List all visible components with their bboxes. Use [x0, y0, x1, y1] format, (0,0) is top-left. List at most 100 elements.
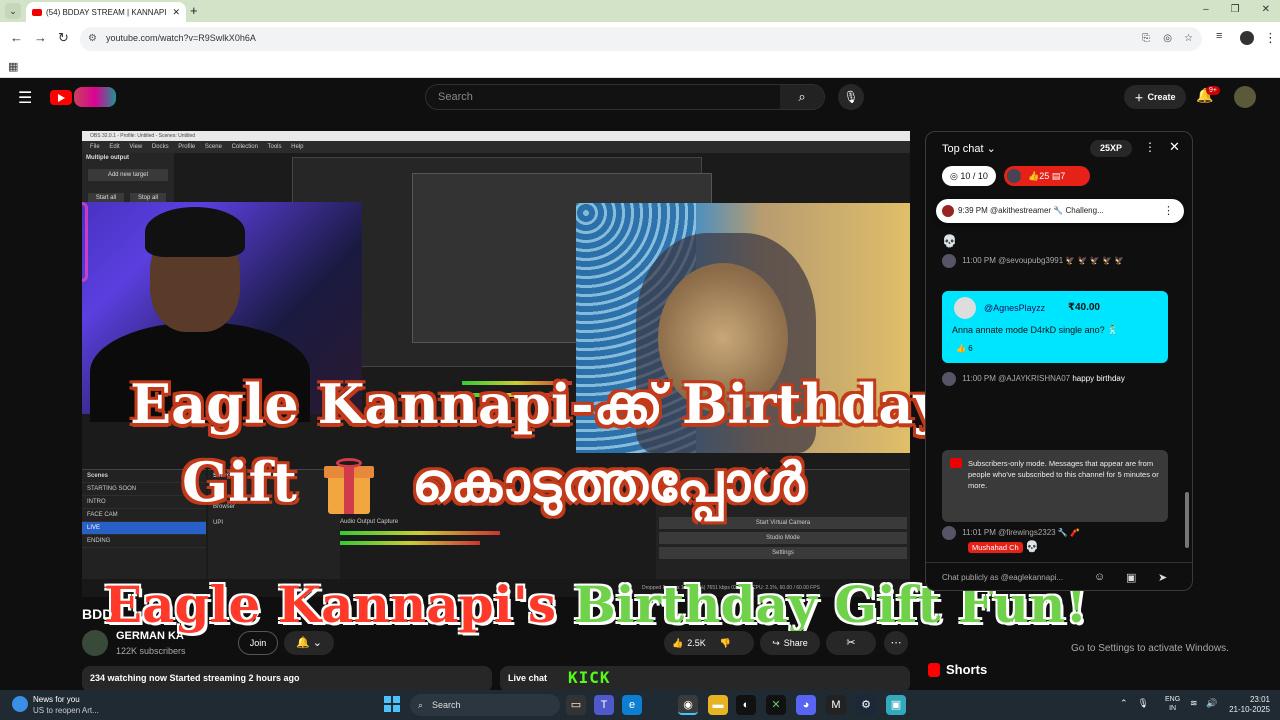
description-box[interactable]: 234 watching now Started streaming 2 hou…: [82, 666, 492, 692]
more-actions-icon[interactable]: ⋯: [884, 631, 908, 655]
language-indicator[interactable]: ENG IN: [1165, 695, 1180, 713]
apps-grid-icon[interactable]: ▦: [8, 60, 18, 73]
audio-meter: [340, 541, 480, 545]
obs-control-button: Start Virtual Camera: [659, 517, 907, 529]
file-explorer-icon[interactable]: ▬: [708, 695, 728, 715]
subscribed-bell-icon[interactable]: 🔔 ⌄: [284, 631, 334, 655]
clock-time: 23:01: [1249, 695, 1270, 704]
search-input[interactable]: Search: [438, 91, 473, 103]
teams-icon[interactable]: T: [594, 695, 614, 715]
wrench-icon: 🔧: [1053, 206, 1064, 215]
steam-icon[interactable]: ⚙: [856, 695, 876, 715]
windows-start-icon[interactable]: [384, 696, 400, 712]
site-info-icon[interactable]: ⚙: [88, 33, 97, 44]
chat-more-icon[interactable]: ⋮: [1144, 140, 1156, 154]
youtube-logo-icon[interactable]: [50, 90, 72, 105]
overlay-title-line1: Eagle Kannapi-ക്ക് Birthday: [130, 372, 945, 436]
new-tab-button[interactable]: +: [190, 3, 198, 18]
reload-icon[interactable]: ↻: [58, 30, 69, 46]
youtube-header: ☰ Search ⌕ 🎙 ＋ Create 🔔 9+: [0, 78, 1280, 118]
back-arrow-icon[interactable]: ←: [10, 30, 23, 45]
microphone-icon[interactable]: 🎙: [838, 84, 864, 110]
chrome-icon[interactable]: ◉: [678, 695, 698, 715]
user-avatar[interactable]: [942, 254, 956, 268]
browser-menu-icon[interactable]: ⋮: [1264, 30, 1277, 46]
mushahad-pill[interactable]: Mushahad Ch: [968, 542, 1023, 553]
wifi-icon[interactable]: ≋: [1190, 698, 1198, 709]
search-box[interactable]: Search ⌕: [425, 84, 825, 110]
close-window-button[interactable]: ✕: [1262, 4, 1270, 15]
send-icon[interactable]: ➤: [1158, 571, 1167, 584]
shorts-section-header[interactable]: Shorts: [928, 662, 987, 677]
url-input[interactable]: ⚙ youtube.com/watch?v=R9SwlkX0h6A ⎘ ◎ ☆: [80, 27, 1202, 51]
channel-avatar[interactable]: [82, 630, 108, 656]
message-author[interactable]: @firewings2323: [998, 528, 1055, 537]
url-text[interactable]: youtube.com/watch?v=R9SwlkX0h6A: [106, 33, 256, 43]
obs-icon[interactable]: ◐: [736, 695, 756, 715]
microphone-tray-icon[interactable]: 🎙: [1138, 698, 1149, 709]
youtube-doodle-logo[interactable]: [74, 87, 116, 107]
super-chat-likes[interactable]: 👍 6: [956, 344, 973, 353]
channel-name[interactable]: GERMAN KA: [116, 630, 184, 642]
message-author[interactable]: @AJAYKRISHNA07: [998, 374, 1070, 383]
like-count: 2.5K: [687, 638, 706, 648]
forward-arrow-icon[interactable]: →: [34, 30, 47, 45]
app-icon[interactable]: ▣: [886, 695, 906, 715]
super-chat-icon[interactable]: ▣: [1126, 571, 1136, 584]
task-view-icon[interactable]: ▭: [566, 695, 586, 715]
account-avatar[interactable]: [1234, 86, 1256, 108]
search-icon[interactable]: ⌕: [780, 85, 824, 109]
xp-badge[interactable]: 25XP: [1090, 140, 1132, 157]
minimize-button[interactable]: –: [1203, 4, 1209, 15]
live-chat-panel: Top chat ⌄ 25XP ⋮ ✕ ◎ 10 / 10 👍25 ▤7 💀 1…: [925, 131, 1193, 591]
obs-menu-bar: File Edit View Docks Profile Scene Colle…: [82, 141, 910, 153]
eye-off-icon[interactable]: ◎: [1163, 33, 1172, 44]
super-chat-card[interactable]: @AgnesPlayzz ₹40.00 Anna annate mode D4r…: [942, 291, 1168, 363]
clock[interactable]: 23:01 21-10-2025: [1228, 695, 1270, 715]
tab-close-icon[interactable]: ✕: [172, 7, 180, 18]
capcut-icon[interactable]: ✕: [766, 695, 786, 715]
user-avatar[interactable]: [942, 372, 956, 386]
thumbs-down-icon[interactable]: 👎: [720, 638, 731, 649]
edge-icon[interactable]: e: [622, 695, 642, 715]
install-app-icon[interactable]: ⎘: [1142, 33, 1150, 44]
user-avatar[interactable]: [942, 526, 956, 540]
goal-progress-pill[interactable]: ◎ 10 / 10: [942, 166, 996, 186]
likes-comments-pill[interactable]: 👍25 ▤7: [1004, 166, 1090, 186]
app-icon[interactable]: M: [826, 695, 846, 715]
message-author[interactable]: @sevoupubg3991: [998, 256, 1063, 265]
super-chat-avatar: [954, 297, 976, 319]
menu-hamburger-icon[interactable]: ☰: [18, 88, 32, 108]
overlay-title-line3-red: Eagle Kannapi's: [104, 575, 557, 634]
chat-input-placeholder[interactable]: Chat publicly as @eaglekannapi...: [942, 573, 1063, 582]
profile-avatar-icon[interactable]: [1240, 31, 1254, 45]
bookmark-star-icon[interactable]: ☆: [1184, 33, 1193, 44]
volume-icon[interactable]: 🔊: [1206, 698, 1217, 709]
create-button[interactable]: ＋ Create: [1124, 85, 1186, 109]
video-player[interactable]: OBS 32.0.1 - Profile: Untitled - Scenes:…: [82, 131, 910, 597]
join-button[interactable]: Join: [238, 631, 278, 655]
share-button[interactable]: ↪ Share: [760, 631, 820, 655]
obs-control-button: Studio Mode: [659, 532, 907, 544]
discord-icon[interactable]: ◕: [796, 695, 816, 715]
pinned-message[interactable]: 9:39 PM @akithestreamer 🔧 Challeng... ⋮: [936, 199, 1184, 223]
pinned-more-icon[interactable]: ⋮: [1163, 199, 1174, 223]
like-button[interactable]: 👍 2.5K 👎: [664, 631, 754, 655]
clip-icon[interactable]: ✂: [826, 631, 876, 655]
emoji-icon[interactable]: ☺: [1094, 571, 1105, 583]
browser-tab[interactable]: (54) BDDAY STREAM | KANNAPI ✕: [26, 2, 186, 22]
chat-close-icon[interactable]: ✕: [1169, 139, 1180, 155]
media-control-icon[interactable]: ≡: [1216, 30, 1222, 42]
top-chat-dropdown[interactable]: Top chat ⌄: [942, 142, 996, 155]
super-chat-author[interactable]: @AgnesPlayzz: [984, 303, 1045, 313]
maximize-button[interactable]: ❐: [1231, 4, 1240, 15]
news-widget[interactable]: News for you US to reopen Art...: [12, 694, 99, 716]
overlay-title-line2-malayalam: കൊടുത്തപ്പോൾ: [412, 450, 805, 514]
tray-chevron-icon[interactable]: ⌃: [1120, 698, 1128, 709]
chat-header: Top chat ⌄ 25XP ⋮ ✕: [926, 132, 1192, 164]
chat-input[interactable]: Chat publicly as @eaglekannapi... ☺ ▣ ➤: [926, 562, 1192, 590]
live-chat-box[interactable]: Live chat: [500, 666, 910, 692]
chat-scrollbar[interactable]: [1185, 492, 1189, 548]
tab-search-icon[interactable]: ⌄: [5, 3, 21, 19]
taskbar-search[interactable]: ⌕ Search: [410, 694, 560, 716]
